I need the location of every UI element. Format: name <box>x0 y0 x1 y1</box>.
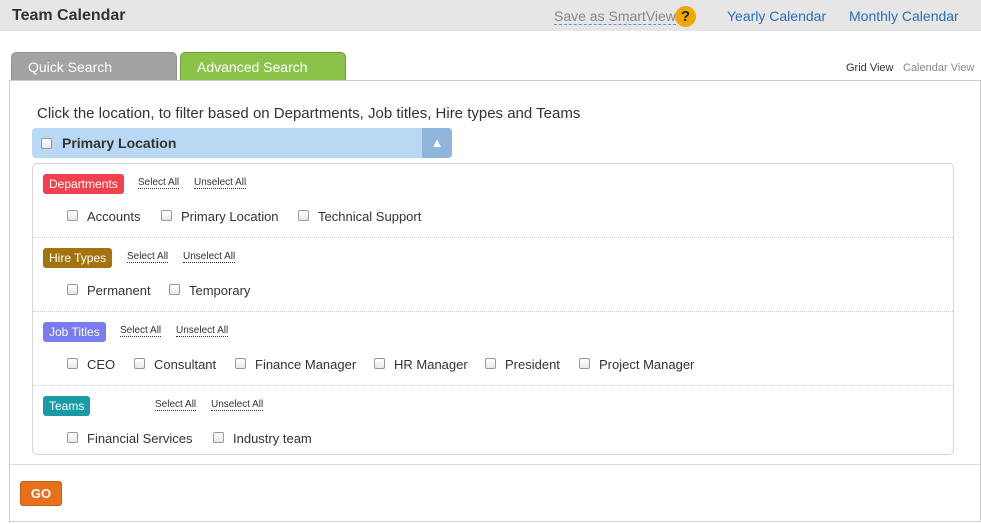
group-teams: Teams Select All Unselect All Financial … <box>33 386 953 454</box>
help-icon[interactable]: ? <box>675 6 696 27</box>
group-departments: Departments Select All Unselect All Acco… <box>33 164 953 238</box>
monthly-calendar-link[interactable]: Monthly Calendar <box>849 8 959 24</box>
departments-select-all[interactable]: Select All <box>138 178 180 189</box>
tab-quick-search[interactable]: Quick Search <box>11 52 177 81</box>
save-as-smartview-link[interactable]: Save as SmartView <box>554 9 676 25</box>
checkbox[interactable] <box>134 358 145 369</box>
checkbox[interactable] <box>67 358 78 369</box>
primary-location-checkbox[interactable] <box>41 138 52 149</box>
go-button[interactable]: GO <box>20 481 62 506</box>
checkbox[interactable] <box>298 210 309 221</box>
checkbox[interactable] <box>67 432 78 443</box>
checkbox[interactable] <box>213 432 224 443</box>
top-bar: Team Calendar Save as SmartView ? Yearly… <box>0 0 981 31</box>
departments-badge: Departments <box>43 174 124 194</box>
teams-unselect-all[interactable]: Unselect All <box>211 400 264 411</box>
job-titles-unselect-all[interactable]: Unselect All <box>176 326 229 337</box>
hire-types-badge: Hire Types <box>43 248 113 268</box>
checkbox[interactable] <box>485 358 496 369</box>
checkbox[interactable] <box>67 210 78 221</box>
hire-types-unselect-all[interactable]: Unselect All <box>183 252 236 263</box>
checkbox[interactable] <box>67 284 78 295</box>
location-header[interactable]: Primary Location ▲ <box>32 128 452 158</box>
instruction-text: Click the location, to filter based on D… <box>37 105 581 122</box>
job-titles-badge: Job Titles <box>43 322 106 342</box>
checkbox[interactable] <box>161 210 172 221</box>
footer-divider <box>10 464 980 465</box>
checkbox[interactable] <box>235 358 246 369</box>
filter-groups: Departments Select All Unselect All Acco… <box>32 163 954 455</box>
calendar-view-link[interactable]: Calendar View <box>903 62 974 74</box>
job-titles-select-all[interactable]: Select All <box>120 326 162 337</box>
group-job-titles: Job Titles Select All Unselect All CEO C… <box>33 312 953 386</box>
teams-select-all[interactable]: Select All <box>155 400 197 411</box>
checkbox[interactable] <box>169 284 180 295</box>
checkbox[interactable] <box>579 358 590 369</box>
group-hire-types: Hire Types Select All Unselect All Perma… <box>33 238 953 312</box>
yearly-calendar-link[interactable]: Yearly Calendar <box>727 8 826 24</box>
collapse-arrow-icon[interactable]: ▲ <box>422 128 452 158</box>
tab-advanced-search[interactable]: Advanced Search <box>180 52 346 82</box>
primary-location-label: Primary Location <box>62 135 177 151</box>
advanced-search-panel: Click the location, to filter based on D… <box>9 80 981 522</box>
departments-unselect-all[interactable]: Unselect All <box>194 178 247 189</box>
hire-types-select-all[interactable]: Select All <box>127 252 169 263</box>
grid-view-link[interactable]: Grid View <box>846 62 893 74</box>
teams-badge: Teams <box>43 396 91 416</box>
page-title: Team Calendar <box>12 7 126 24</box>
checkbox[interactable] <box>374 358 385 369</box>
